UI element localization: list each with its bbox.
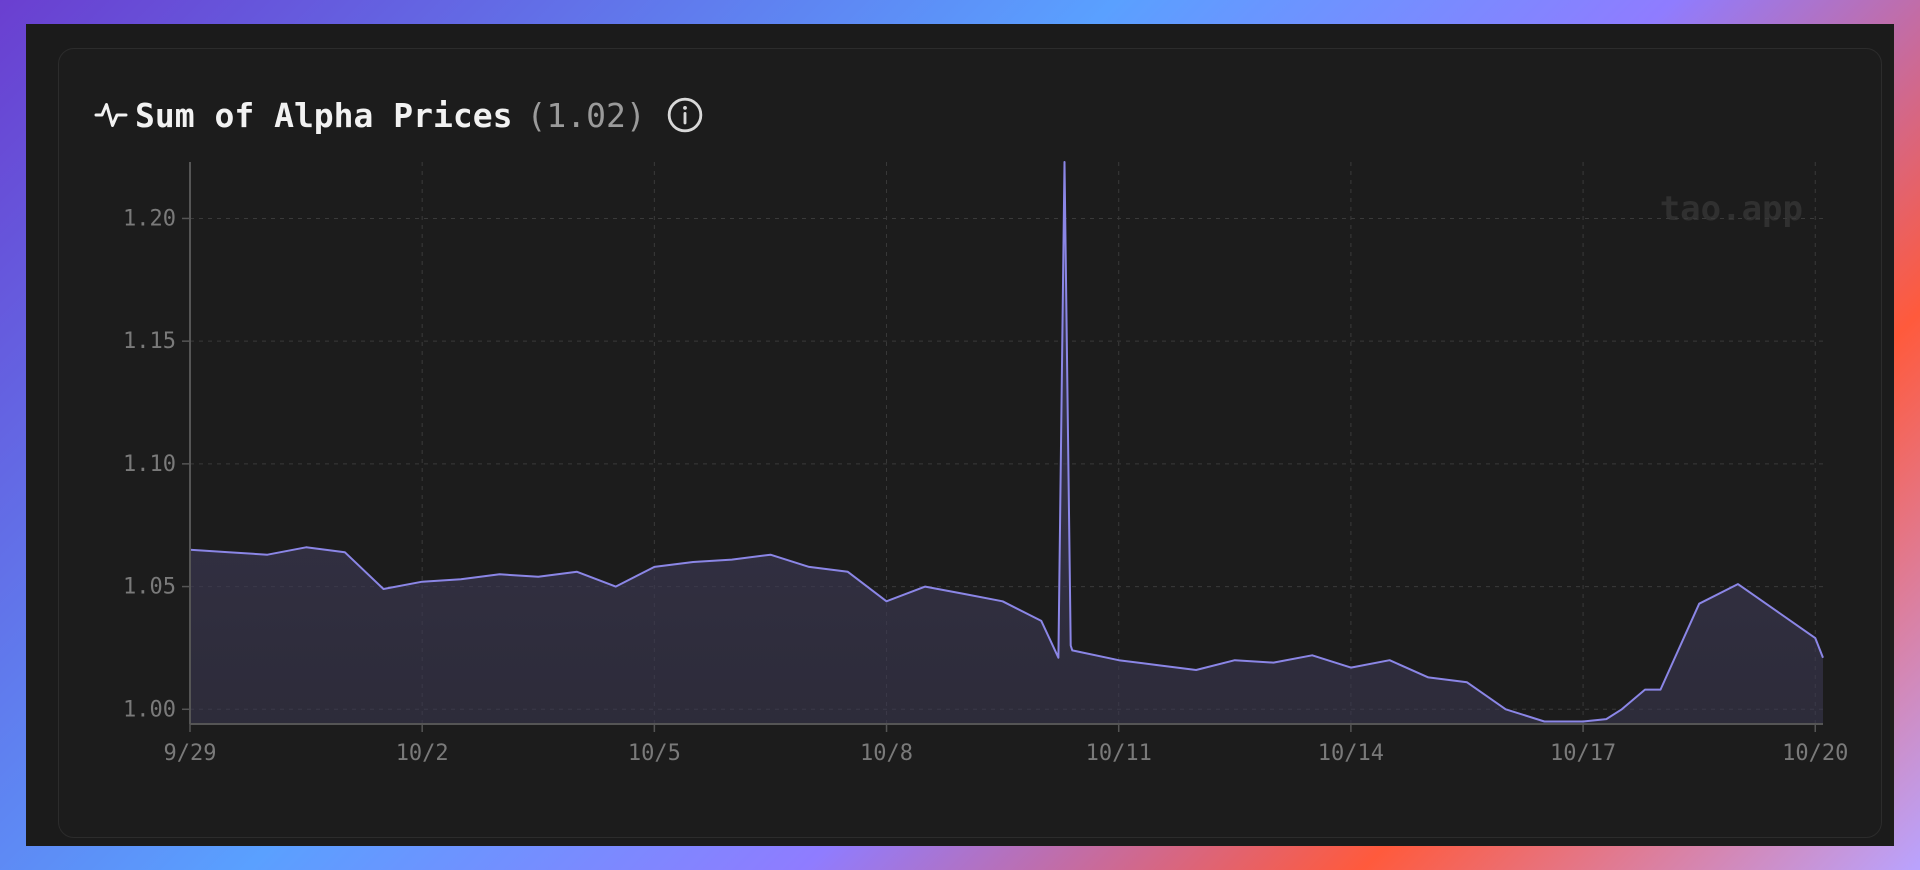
x-tick-label: 10/14 bbox=[1318, 741, 1384, 766]
chart-plot[interactable]: tao.app 1.00 1.05 1.10 1.15 1.20 9/29 10/2 10/5 1… bbox=[26, 24, 1894, 846]
y-tick-label: 1.00 bbox=[123, 697, 176, 722]
y-tick-label: 1.15 bbox=[123, 329, 176, 354]
watermark: tao.app bbox=[1660, 189, 1803, 229]
x-tick-label: 10/20 bbox=[1782, 741, 1848, 766]
x-tick-label: 10/8 bbox=[860, 741, 913, 766]
series-area bbox=[190, 162, 1823, 724]
x-tick-label: 10/17 bbox=[1550, 741, 1616, 766]
y-tick-label: 1.05 bbox=[123, 575, 176, 600]
y-tick-label: 1.10 bbox=[123, 452, 176, 477]
x-tick-label: 10/11 bbox=[1086, 741, 1152, 766]
x-tick-label: 10/2 bbox=[396, 741, 449, 766]
x-tick-label: 9/29 bbox=[164, 741, 217, 766]
y-tick-label: 1.20 bbox=[123, 206, 176, 231]
page-frame: Sum of Alpha Prices (1.02) tao.app 1.00 1.… bbox=[26, 24, 1894, 846]
x-tick-label: 10/5 bbox=[628, 741, 681, 766]
